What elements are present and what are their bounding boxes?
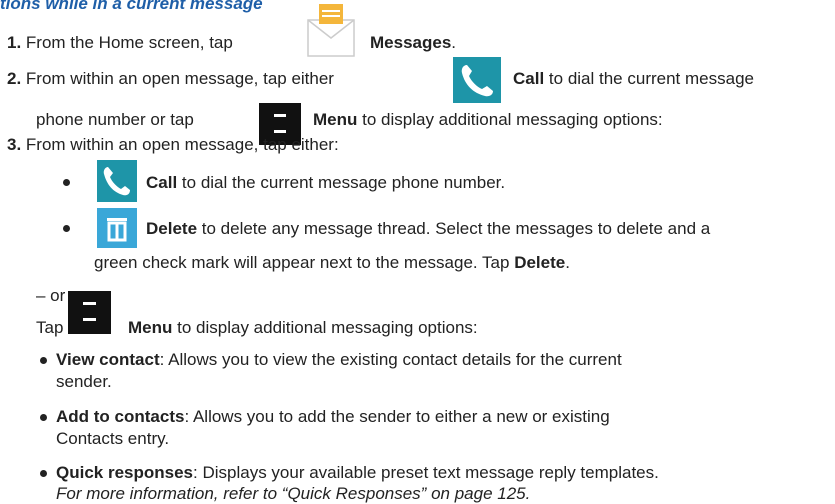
section-heading: tions while in a current message — [0, 0, 263, 13]
bullet-call: Call to dial the current message phone n… — [146, 173, 506, 192]
quick-responses-label: Quick responses — [56, 463, 194, 482]
delete-label: Delete — [514, 253, 566, 272]
step-text: From within an open message, tap either: — [25, 135, 339, 154]
step-number: 1. — [7, 33, 22, 52]
sub-bullet-view-contact-line2: sender. — [56, 372, 112, 391]
messages-label: Messages — [370, 33, 452, 52]
step-number: 3. — [7, 135, 22, 154]
bullet-delete-line2: green check mark will appear next to the… — [94, 253, 570, 272]
bullet — [40, 414, 47, 421]
phone-call-icon — [453, 57, 501, 103]
bullet-delete: Delete to delete any message thread. Sel… — [146, 219, 711, 238]
delete-label: Delete — [146, 219, 198, 238]
or-separator: – or — [36, 286, 66, 305]
step-2: 2. From within an open message, tap eith… — [7, 69, 334, 89]
trash-icon — [97, 208, 137, 248]
quick-responses-reference: For more information, refer to “Quick Re… — [56, 484, 531, 503]
add-to-contacts-label: Add to contacts — [56, 407, 185, 426]
step-2-line2: phone number or tap — [36, 110, 194, 129]
bullet — [40, 470, 47, 477]
menu-label: Menu — [313, 110, 358, 129]
bullet — [63, 179, 70, 186]
step-3: 3. From within an open message, tap eith… — [7, 135, 339, 155]
call-label: Call — [146, 173, 178, 192]
sub-bullet-add-contacts-line2: Contacts entry. — [56, 429, 170, 448]
menu-icon — [68, 291, 111, 334]
messages-envelope-icon — [305, 4, 357, 58]
step-1: 1. From the Home screen, tap — [7, 33, 233, 53]
phone-call-icon — [97, 160, 137, 202]
step-2-call: Call to dial the current message — [513, 69, 754, 88]
sub-bullet-add-contacts: Add to contacts: Allows you to add the s… — [56, 407, 610, 426]
view-contact-label: View contact — [56, 350, 160, 369]
step-1-label: Messages. — [370, 33, 457, 52]
call-label: Call — [513, 69, 545, 88]
bullet — [63, 225, 70, 232]
tap-menu: Menu to display additional messaging opt… — [128, 318, 478, 337]
bullet — [40, 357, 47, 364]
tap-menu-pre: Tap — [36, 318, 64, 337]
sub-bullet-view-contact: View contact: Allows you to view the exi… — [56, 350, 622, 369]
sub-bullet-quick-responses: Quick responses: Displays your available… — [56, 463, 659, 482]
menu-label: Menu — [128, 318, 173, 337]
step-text: From the Home screen, tap — [25, 33, 233, 52]
step-number: 2. — [7, 69, 22, 88]
step-text: From within an open message, tap either — [25, 69, 334, 88]
step-2-menu: Menu to display additional messaging opt… — [313, 110, 663, 129]
